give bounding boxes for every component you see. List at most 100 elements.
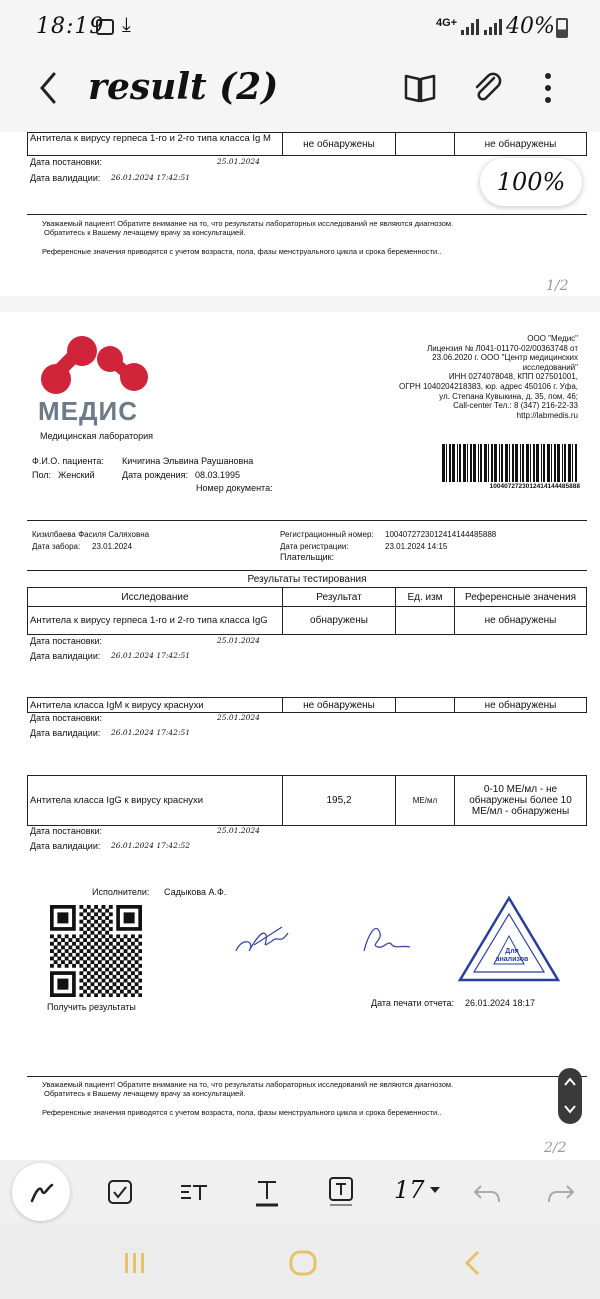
table-row-reference: не обнаружены <box>454 606 587 635</box>
row3-date-received-label: Дата постановки: <box>30 826 103 836</box>
textbox-icon <box>329 1177 353 1206</box>
signal-icon-2 <box>484 19 502 35</box>
table-row-unit: МЕ/мл <box>395 775 455 826</box>
chevron-up-icon[interactable] <box>558 1068 582 1096</box>
back-button[interactable] <box>32 68 68 108</box>
home-icon <box>289 1250 317 1276</box>
checkbox-tool-button[interactable] <box>104 1176 136 1208</box>
company-line: ООО "Медис" <box>527 334 578 343</box>
collect-date: 23.01.2024 <box>92 542 133 551</box>
redo-icon <box>548 1185 575 1203</box>
sex-value: Женский <box>58 470 95 480</box>
page1-notice-line3: Референсные значения приводятся с учетом… <box>42 247 442 256</box>
row1-date-received-label: Дата постановки: <box>30 636 103 646</box>
page1-date-validated: 26.01.2024 17:42:51 <box>111 173 191 182</box>
text-icon <box>256 1181 278 1207</box>
page1-date-received-label: Дата постановки: <box>30 157 103 167</box>
status-time: 18:19 <box>36 14 105 39</box>
textbox-tool-button[interactable] <box>326 1174 356 1208</box>
recents-icon <box>125 1253 144 1273</box>
more-options-button[interactable] <box>538 70 558 106</box>
table-header-reference: Референсные значения <box>454 587 587 607</box>
page1-date-received: 25.01.2024 <box>217 157 260 166</box>
lab-stamp <box>457 895 561 982</box>
font-size-selector[interactable]: 17 <box>394 1176 441 1204</box>
executors-name: Садыкова А.Ф. <box>164 887 227 897</box>
medis-logo-subtitle: Медицинская лаборатория <box>40 431 154 441</box>
page1-notice-line1: Уважаемый пациент! Обратите внимание на … <box>42 219 454 228</box>
medis-logo-icon <box>41 336 148 394</box>
text-tool-button[interactable] <box>252 1176 282 1208</box>
text-format-tool-button[interactable] <box>176 1176 210 1208</box>
qr-code-image[interactable] <box>50 905 143 998</box>
row2-date-validated: 26.01.2024 17:42:51 <box>111 728 191 737</box>
page-indicator-1: 1/2 <box>546 278 569 294</box>
more-vert-icon <box>545 73 551 103</box>
reg-date-label: Дата регистрации: <box>280 542 349 551</box>
dob-value: 08.03.1995 <box>195 470 241 480</box>
company-info: ООО "Медис" Лицензия № Л041-01170-02/003… <box>370 334 578 420</box>
undo-button[interactable] <box>470 1176 504 1208</box>
page1-row-result: не обнаружены <box>282 132 396 156</box>
redo-button[interactable] <box>544 1176 578 1208</box>
page2-notice-line3: Референсные значения приводятся с учетом… <box>42 1108 442 1117</box>
reading-mode-button[interactable] <box>402 70 438 106</box>
reg-date: 23.01.2024 14:15 <box>385 542 448 551</box>
pen-icon <box>30 1183 54 1203</box>
row1-date-validated-label: Дата валидации: <box>30 651 101 661</box>
table-header-unit: Ед. изм <box>395 587 455 607</box>
reg-number-label: Регистрационный номер: <box>280 530 374 539</box>
checkbox-icon <box>108 1180 132 1204</box>
table-header-result: Результат <box>282 587 396 607</box>
back-nav-button[interactable] <box>456 1248 490 1278</box>
company-line: ОГРН 1040204218383, юр. адрес 450106 г. … <box>399 381 578 391</box>
page2-notice-line1: Уважаемый пациент! Обратите внимание на … <box>42 1080 454 1089</box>
page1-date-validated-label: Дата валидации: <box>30 173 101 183</box>
table-row-result: 195,2 <box>282 775 396 826</box>
row3-date-validated-label: Дата валидации: <box>30 841 101 851</box>
table-row-unit <box>395 606 455 635</box>
docnum-label: Номер документа: <box>196 483 273 493</box>
print-date: 26.01.2024 18:17 <box>465 998 536 1008</box>
back-arrow-icon <box>40 72 56 104</box>
row2-date-received: 25.01.2024 <box>217 713 260 722</box>
qr-caption: Получить результаты <box>47 1002 136 1012</box>
table-row-test: Антитела к вирусу герпеса 1-го и 2-го ти… <box>27 606 283 635</box>
pen-tool-button[interactable] <box>12 1163 70 1221</box>
signal-icon-1 <box>461 19 479 35</box>
row1-date-validated: 26.01.2024 17:42:51 <box>111 651 191 660</box>
results-divider <box>27 570 587 571</box>
page1-notice-divider <box>27 214 587 215</box>
table-row-test: Антитела класса IgG к вирусу краснухи <box>27 775 283 826</box>
paperclip-icon <box>475 72 502 101</box>
barcode-number: 1004072723012414144485888 <box>489 483 580 490</box>
download-notification-icon: ⤓ <box>122 14 131 36</box>
home-button[interactable] <box>286 1248 320 1278</box>
reg-number: 1004072723012414144485888 <box>385 530 497 539</box>
page1-row-reference: не обнаружены <box>454 132 587 156</box>
gallery-notification-icon <box>96 19 114 35</box>
sex-label: Пол: <box>32 470 52 480</box>
patient-label: Ф.И.О. пациента: <box>32 456 104 466</box>
recents-button[interactable] <box>118 1248 152 1278</box>
document-title: result (2) <box>88 66 279 108</box>
page-scroll-control[interactable] <box>558 1068 582 1124</box>
book-icon <box>404 74 436 103</box>
doctor-name: Кизилбаева Фасиля Саляховна <box>32 530 150 539</box>
chevron-down-icon[interactable] <box>558 1096 582 1124</box>
print-date-label: Дата печати отчета: <box>371 998 455 1008</box>
results-title: Результаты тестирования <box>247 574 367 585</box>
company-line: Call-center Тел.: 8 (347) 216-22-33 <box>453 401 578 411</box>
company-line: Лицензия № Л041-01170-02/00363748 от <box>426 343 578 353</box>
page-indicator-2: 2/2 <box>544 1140 567 1156</box>
page2-notice-line2: Обратитесь к Вашему лечащему врачу за ко… <box>44 1089 246 1098</box>
attach-button[interactable] <box>470 70 506 106</box>
table-row-unit <box>395 697 455 713</box>
battery-percent: 40% <box>506 14 555 39</box>
company-line: исследований" <box>522 362 578 372</box>
collect-label: Дата забора: <box>32 542 81 551</box>
network-type: 4G+ <box>436 17 458 29</box>
text-format-icon <box>181 1185 207 1200</box>
company-line: ИНН 0274078048, КПП 027501001, <box>448 372 578 382</box>
company-line: 23.06.2020 г. ООО "Центр медицинских <box>432 353 578 363</box>
